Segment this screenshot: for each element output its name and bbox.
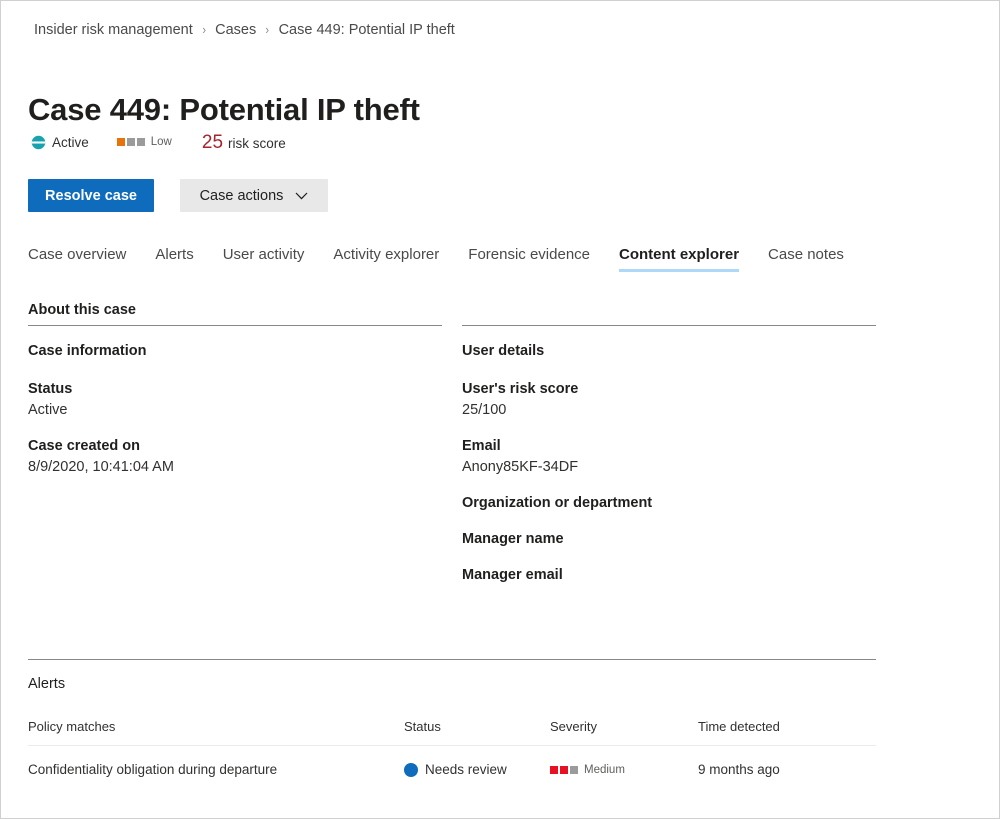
resolve-case-button[interactable]: Resolve case: [28, 179, 154, 212]
alerts-section-heading: Alerts: [28, 676, 66, 692]
column-header-time-detected[interactable]: Time detected: [698, 719, 876, 734]
cell-time-detected: 9 months ago: [698, 762, 780, 777]
cell-severity: Medium: [550, 764, 698, 776]
field-organization-or-department-label: Organization or department: [462, 495, 653, 511]
tab-user-activity[interactable]: User activity: [223, 241, 305, 275]
field-manager-email: Manager email: [462, 565, 876, 586]
breadcrumb: Insider risk management › Cases › Case 4…: [34, 20, 455, 40]
breadcrumb-item-insider-risk-management[interactable]: Insider risk management: [34, 20, 193, 40]
chevron-down-icon: [295, 192, 308, 200]
field-users-risk-score-value: 25/100: [462, 402, 507, 418]
breadcrumb-separator-icon: ›: [202, 22, 206, 37]
case-actions-button[interactable]: Case actions: [180, 179, 328, 212]
field-case-created-on-label: Case created on: [28, 438, 141, 454]
field-manager-email-label: Manager email: [462, 567, 563, 583]
risk-score-badge: 25 risk score: [202, 133, 286, 152]
status-badge-label: Active: [52, 134, 89, 150]
page-title: Case 449: Potential IP theft: [28, 91, 420, 127]
tab-alerts[interactable]: Alerts: [155, 241, 193, 275]
cell-status: Needs review: [404, 762, 550, 777]
alerts-section-divider: [28, 659, 876, 660]
field-users-risk-score-label: User's risk score: [462, 381, 579, 397]
field-email-label: Email: [462, 438, 501, 454]
user-details-title: User details: [462, 343, 545, 359]
user-details-panel: User details User's risk score 25/100 Em…: [462, 341, 876, 586]
severity-blocks-icon: [116, 138, 145, 146]
case-information-panel: Case information Status Active Case crea…: [28, 341, 442, 478]
column-header-status[interactable]: Status: [404, 719, 550, 734]
column-header-severity[interactable]: Severity: [550, 719, 698, 734]
column-header-policy-matches[interactable]: Policy matches: [28, 719, 404, 734]
table-row[interactable]: Confidentiality obligation during depart…: [28, 746, 876, 777]
action-toolbar: Resolve case Case actions: [28, 179, 328, 212]
section-divider-left: [28, 325, 442, 326]
field-status-label: Status: [28, 381, 73, 397]
risk-score-label: risk score: [228, 135, 286, 151]
field-organization-or-department: Organization or department: [462, 493, 876, 514]
case-detail-page: Insider risk management › Cases › Case 4…: [0, 0, 1000, 819]
tab-case-overview[interactable]: Case overview: [28, 241, 126, 275]
risk-score-value: 25: [201, 131, 224, 153]
case-actions-label: Case actions: [199, 187, 284, 204]
case-meta-row: Active Low 25 risk score: [31, 131, 286, 153]
field-status-value: Active: [28, 402, 68, 418]
field-manager-name-label: Manager name: [462, 531, 564, 547]
field-manager-name: Manager name: [462, 529, 876, 550]
cell-status-label: Needs review: [425, 762, 507, 777]
field-users-risk-score: User's risk score 25/100: [462, 379, 876, 421]
alerts-table: Policy matches Status Severity Time dete…: [28, 719, 876, 777]
field-status: Status Active: [28, 379, 442, 421]
breadcrumb-item-current-case: Case 449: Potential IP theft: [278, 22, 455, 38]
field-case-created-on-value: 8/9/2020, 10:41:04 AM: [28, 459, 174, 475]
cell-policy-matches: Confidentiality obligation during depart…: [28, 762, 278, 777]
case-information-title: Case information: [28, 343, 147, 359]
status-badge: Active: [31, 135, 89, 150]
about-this-case-heading: About this case: [28, 302, 136, 318]
tab-content-explorer[interactable]: Content explorer: [619, 241, 740, 275]
breadcrumb-separator-icon: ›: [265, 22, 270, 37]
field-email: Email Anony85KF-34DF: [462, 436, 876, 478]
tab-forensic-evidence[interactable]: Forensic evidence: [468, 241, 590, 275]
severity-badge-label: Low: [150, 136, 172, 148]
field-email-value: Anony85KF-34DF: [462, 459, 579, 475]
alerts-table-header-row: Policy matches Status Severity Time dete…: [28, 719, 876, 746]
tab-bar: Case overview Alerts User activity Activ…: [28, 241, 844, 275]
section-divider-right: [462, 325, 876, 326]
tab-case-notes[interactable]: Case notes: [768, 241, 844, 275]
tab-activity-explorer[interactable]: Activity explorer: [333, 241, 439, 275]
active-status-icon: [31, 135, 46, 149]
severity-badge: Low: [116, 136, 172, 148]
needs-review-dot-icon: [404, 762, 418, 777]
field-case-created-on: Case created on 8/9/2020, 10:41:04 AM: [28, 436, 442, 478]
severity-blocks-icon: [550, 765, 578, 774]
breadcrumb-item-cases[interactable]: Cases: [215, 20, 256, 40]
cell-severity-label: Medium: [584, 763, 625, 776]
